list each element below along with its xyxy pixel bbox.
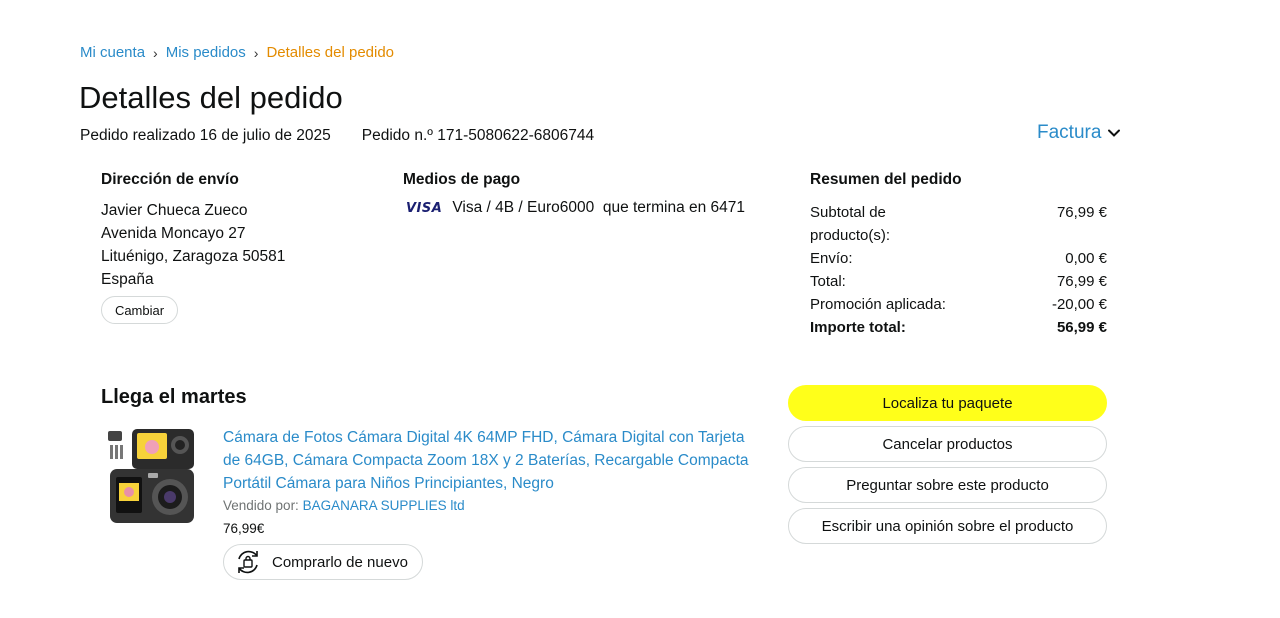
breadcrumb-separator: › <box>253 44 259 61</box>
breadcrumb-current: Detalles del pedido <box>266 44 395 61</box>
seller-prefix: Vendido por: <box>223 498 303 513</box>
address-name: Javier Chueca Zueco <box>101 202 248 219</box>
summary-row: Envío: 0,00 € <box>810 247 1107 270</box>
breadcrumb-my-orders[interactable]: Mis pedidos <box>166 44 246 61</box>
chevron-down-icon <box>1108 129 1121 137</box>
address-street: Avenida Moncayo 27 <box>101 225 246 242</box>
seller-info: Vendido por: BAGANARA SUPPLIES ltd <box>223 498 465 513</box>
order-summary-section: Resumen del pedido Subtotal de producto(… <box>810 171 1107 339</box>
write-review-button[interactable]: Escribir una opinión sobre el producto <box>788 508 1107 544</box>
camera-product-image[interactable] <box>106 427 202 527</box>
summary-label: Envío: <box>810 250 853 267</box>
summary-row: Total: 76,99 € <box>810 270 1107 293</box>
page-title: Detalles del pedido <box>79 80 343 115</box>
summary-row: Promoción aplicada: -20,00 € <box>810 293 1107 316</box>
shipping-address: Javier Chueca Zueco Avenida Moncayo 27 L… <box>101 199 285 291</box>
track-package-button[interactable]: Localiza tu paquete <box>788 385 1107 421</box>
order-number: Pedido n.º 171-5080622-6806744 <box>361 127 595 144</box>
summary-label: Promoción aplicada: <box>810 296 946 313</box>
product-title-link[interactable]: Cámara de Fotos Cámara Digital 4K 64MP F… <box>223 426 763 495</box>
change-address-button[interactable]: Cambiar <box>101 296 178 324</box>
payment-method-section: Medios de pago VISA Visa / 4B / Euro6000… <box>403 171 745 217</box>
summary-total-label: Importe total: <box>810 319 906 336</box>
buy-again-button[interactable]: Comprarlo de nuevo <box>223 544 423 580</box>
payment-description: Visa / 4B / Euro6000 que termina en 6471 <box>452 199 746 216</box>
product-price: 76,99€ <box>223 521 265 536</box>
shipping-address-section: Dirección de envío Javier Chueca Zueco A… <box>101 171 285 324</box>
breadcrumb-my-account[interactable]: Mi cuenta <box>80 44 145 61</box>
summary-value: 76,99 € <box>1056 204 1107 221</box>
summary-total-value: 56,99 € <box>1056 319 1107 336</box>
summary-heading: Resumen del pedido <box>810 171 962 188</box>
buy-again-icon <box>238 550 258 574</box>
summary-value: 0,00 € <box>1065 250 1107 267</box>
ask-product-question-button[interactable]: Preguntar sobre este producto <box>788 467 1107 503</box>
delivery-heading: Llega el martes <box>101 386 247 408</box>
breadcrumb-separator: › <box>153 44 158 61</box>
invoice-label: Factura <box>1037 122 1102 143</box>
invoice-dropdown[interactable]: Factura <box>1037 122 1121 144</box>
payment-heading: Medios de pago <box>403 171 521 188</box>
order-actions: Localiza tu paquete Cancelar productos P… <box>788 385 1107 544</box>
order-date: Pedido realizado 16 de julio de 2025 <box>80 127 331 144</box>
summary-table: Subtotal de producto(s): 76,99 € Envío: … <box>810 201 1107 339</box>
order-meta: Pedido realizado 16 de julio de 2025 Ped… <box>80 127 594 145</box>
seller-link[interactable]: BAGANARA SUPPLIES ltd <box>303 498 465 513</box>
summary-row: Subtotal de producto(s): 76,99 € <box>810 201 1107 247</box>
shipping-heading: Dirección de envío <box>101 171 239 188</box>
summary-label: Subtotal de producto(s): <box>810 204 891 244</box>
address-city: Lituénigo, Zaragoza 50581 <box>101 248 286 265</box>
summary-total-row: Importe total: 56,99 € <box>810 316 1107 339</box>
camera-icon <box>108 429 194 523</box>
cancel-items-button[interactable]: Cancelar productos <box>788 426 1107 462</box>
summary-label: Total: <box>810 273 846 290</box>
payment-row: VISA Visa / 4B / Euro6000 que termina en… <box>403 199 745 217</box>
breadcrumb: Mi cuenta › Mis pedidos › Detalles del p… <box>80 44 394 61</box>
buy-again-label: Comprarlo de nuevo <box>272 553 408 571</box>
summary-value: 76,99 € <box>1056 273 1107 290</box>
address-country: España <box>101 271 154 288</box>
summary-value: -20,00 € <box>1051 296 1107 313</box>
visa-logo-icon: VISA <box>406 200 443 216</box>
